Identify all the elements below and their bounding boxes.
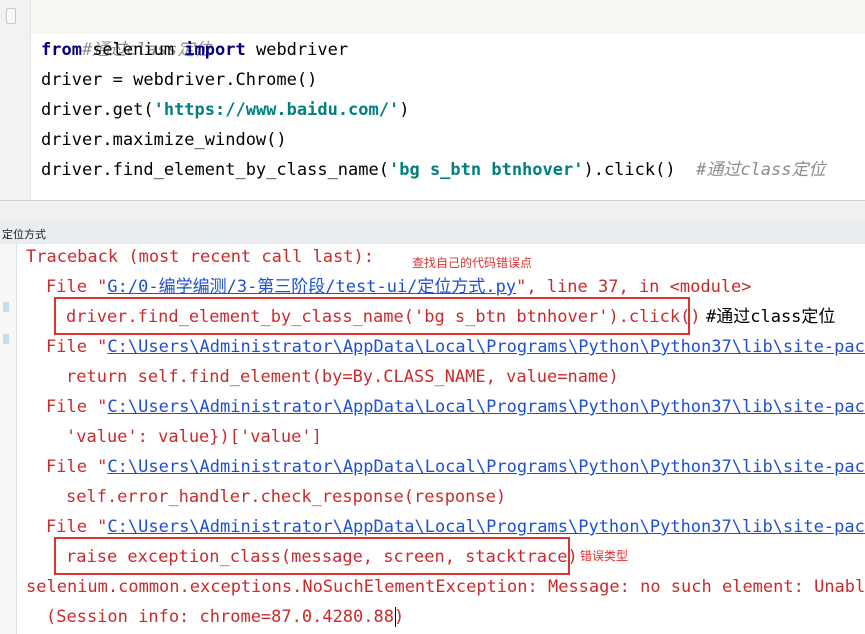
traceback-code-2: return self.find_element(by=By.CLASS_NAM… [66,367,619,387]
annotation-find-error: 查找自己的代码错误点 [412,256,533,270]
run-console[interactable]: Traceback (most recent call last): 查找自己的… [0,244,865,634]
traceback-frame-4: File "C:\Users\Administrator\AppData\Loc… [46,452,865,482]
string-literal: 'https://www.baidu.com/' [153,100,400,120]
code-text: driver = webdriver.Chrome() [41,70,318,90]
console-toolbar [0,244,17,634]
frame-prefix: File " [46,277,108,297]
traceback-comment: #通过class定位 [706,307,836,327]
file-path-link[interactable]: C:\Users\Administrator\AppData\Local\Pro… [107,397,865,417]
code-line-3[interactable]: driver = webdriver.Chrome() [41,65,317,95]
code-text: ).click() [583,160,676,180]
annotation-error-type: 错误类型 [580,549,629,563]
traceback-code-4: self.error_handler.check_response(respon… [66,487,507,507]
code-line-4[interactable]: driver.get('https://www.baidu.com/') [41,95,409,125]
run-tab-label[interactable]: 定位方式 [2,226,46,242]
keyword-from: from [41,40,82,60]
file-path-link[interactable]: C:\Users\Administrator\AppData\Local\Pro… [107,337,865,357]
code-line-2[interactable]: from selenium import webdriver [41,35,348,65]
session-info: (Session info: chrome=87.0.4280.88) [46,607,405,627]
frame-prefix: File " [46,337,108,357]
code-text: selenium [81,40,185,60]
traceback-frame-3: File "C:\Users\Administrator\AppData\Loc… [46,392,865,422]
editor-gutter [0,0,31,200]
code-text: driver.find_element_by_class_name( [41,160,389,180]
traceback-code-3: 'value': value})['value'] [66,427,322,447]
code-text: webdriver [245,40,349,60]
code-text: driver.get( [41,100,154,120]
highlight-box-user-code [54,297,690,335]
code-line-6[interactable]: driver.find_element_by_class_name('bg s_… [41,155,826,185]
text-cursor [395,607,396,627]
code-comment: #通过class定位 [696,160,826,180]
traceback-header: Traceback (most recent call last): [26,247,374,267]
string-literal: 'bg s_btn btnhover' [389,160,584,180]
frame-prefix: File " [46,517,108,537]
code-line-5[interactable]: driver.maximize_window() [41,125,287,155]
frame-prefix: File " [46,397,108,417]
panel-splitter[interactable] [0,200,865,223]
file-path-link[interactable]: C:\Users\Administrator\AppData\Local\Pro… [107,517,865,537]
console-marker-icon[interactable] [3,334,9,344]
fold-marker-icon[interactable] [6,8,16,24]
frame-suffix: ", line 37, in <module> [516,277,752,297]
traceback-frame-2: File "C:\Users\Administrator\AppData\Loc… [46,332,865,362]
code-text: ) [399,100,410,120]
console-marker-icon[interactable] [3,302,9,312]
file-path-link[interactable]: C:\Users\Administrator\AppData\Local\Pro… [107,457,865,477]
code-editor[interactable]: #通过class定位 from selenium import webdrive… [0,0,865,200]
highlight-box-raise [54,537,570,575]
keyword-import: import [184,40,246,60]
exception-message: selenium.common.exceptions.NoSuchElement… [26,577,865,597]
frame-prefix: File " [46,457,108,477]
file-path-link[interactable]: G:/0-编学编测/3-第三阶段/test-ui/定位方式.py [107,277,516,297]
code-text: driver.maximize_window() [41,130,287,150]
